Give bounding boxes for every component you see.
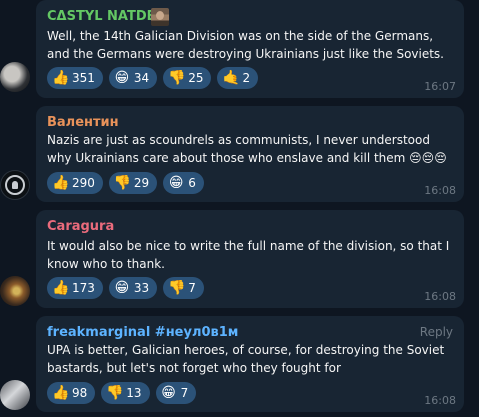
thumbs-down-icon: 👎: [168, 280, 186, 296]
comment-author[interactable]: Caragura: [47, 219, 114, 234]
comment-author[interactable]: Валентин: [47, 115, 119, 130]
reaction-count: 7: [188, 281, 196, 295]
comment-bubble: freakmarginal #неул0в1м Reply UPA is bet…: [36, 316, 464, 412]
comment-text: It would also be nice to write the full …: [47, 239, 450, 271]
thumbs-up-icon: 👍: [52, 70, 70, 86]
timestamp: 16:07: [424, 80, 456, 93]
user-avatar[interactable]: [0, 276, 30, 306]
thumbs-up-icon: 👍: [52, 280, 70, 296]
thumbs-down-icon: 👎: [113, 175, 132, 191]
timestamp: 16:08: [424, 394, 456, 407]
reaction-bar: 👍 351 😁 34 👎 25 🤙 2: [47, 67, 259, 89]
timestamp: 16:08: [424, 184, 456, 197]
reaction-thumbs-up[interactable]: 👍 290: [47, 172, 103, 194]
reaction-grin[interactable]: 😁 7: [155, 382, 197, 404]
reaction-grin[interactable]: 😁 6: [163, 172, 204, 194]
reaction-count: 173: [72, 281, 95, 295]
reaction-count: 351: [72, 71, 95, 85]
grin-icon: 😁: [114, 70, 130, 86]
avatar-figure-icon: [12, 181, 18, 189]
comment-text: UPA is better, Galician heroes, of cours…: [47, 343, 445, 375]
thumbs-up-icon: 👍: [52, 175, 70, 191]
reaction-thumbs-down[interactable]: 👎 29: [108, 172, 158, 194]
reaction-count: 34: [133, 71, 150, 85]
comment-text: Nazis are just as scoundrels as communis…: [47, 133, 447, 165]
user-avatar[interactable]: [0, 380, 30, 410]
comment-bubble: CΔSTYL NATDEM Well, the 14th Galician Di…: [36, 0, 464, 98]
timestamp: 16:08: [424, 290, 456, 303]
thumbs-down-icon: 👎: [168, 70, 186, 86]
reaction-count: 13: [126, 386, 142, 400]
reaction-call-me-hand[interactable]: 🤙 2: [217, 67, 259, 89]
grin-icon: 😁: [168, 175, 184, 191]
reaction-thumbs-down[interactable]: 👎 25: [163, 67, 212, 89]
grin-icon: 😁: [161, 385, 176, 401]
call-me-hand-icon: 🤙: [222, 70, 240, 86]
reaction-grin[interactable]: 😁 33: [108, 277, 158, 299]
reaction-thumbs-up[interactable]: 👍 98: [47, 382, 96, 404]
reply-button[interactable]: Reply: [420, 325, 453, 339]
user-avatar[interactable]: [0, 170, 30, 200]
thumbs-down-icon: 👎: [106, 385, 124, 401]
comment-text: Well, the 14th Galician Division was on …: [47, 29, 444, 61]
reaction-thumbs-up[interactable]: 👍 173: [47, 277, 103, 299]
reaction-count: 25: [188, 71, 204, 85]
comments-feed: CΔSTYL NATDEM Well, the 14th Galician Di…: [0, 0, 479, 417]
reaction-count: 7: [180, 386, 189, 400]
reaction-thumbs-up[interactable]: 👍 351: [47, 67, 103, 89]
reaction-count: 2: [242, 71, 251, 85]
grin-icon: 😁: [114, 280, 130, 296]
reaction-count: 33: [133, 281, 150, 295]
reaction-count: 290: [72, 176, 95, 190]
reaction-thumbs-down[interactable]: 👎 13: [101, 382, 150, 404]
reaction-count: 6: [188, 176, 196, 190]
comment-bubble: Caragura It would also be nice to write …: [36, 210, 464, 308]
reaction-count: 29: [133, 176, 150, 190]
reaction-grin[interactable]: 😁 34: [108, 67, 158, 89]
reaction-count: 98: [72, 386, 88, 400]
reaction-bar: 👍 98 👎 13 😁 7: [47, 382, 197, 404]
comment-author[interactable]: freakmarginal #неул0в1м: [47, 325, 238, 340]
comment-bubble: Валентин Nazis are just as scoundrels as…: [36, 106, 464, 202]
thumbs-up-icon: 👍: [52, 385, 70, 401]
profile-flag-icon: [151, 8, 169, 26]
reaction-thumbs-down[interactable]: 👎 7: [163, 277, 204, 299]
reaction-bar: 👍 173 😁 33 👎 7: [47, 277, 204, 299]
reaction-bar: 👍 290 👎 29 😁 6: [47, 172, 204, 194]
user-avatar[interactable]: [0, 62, 30, 92]
